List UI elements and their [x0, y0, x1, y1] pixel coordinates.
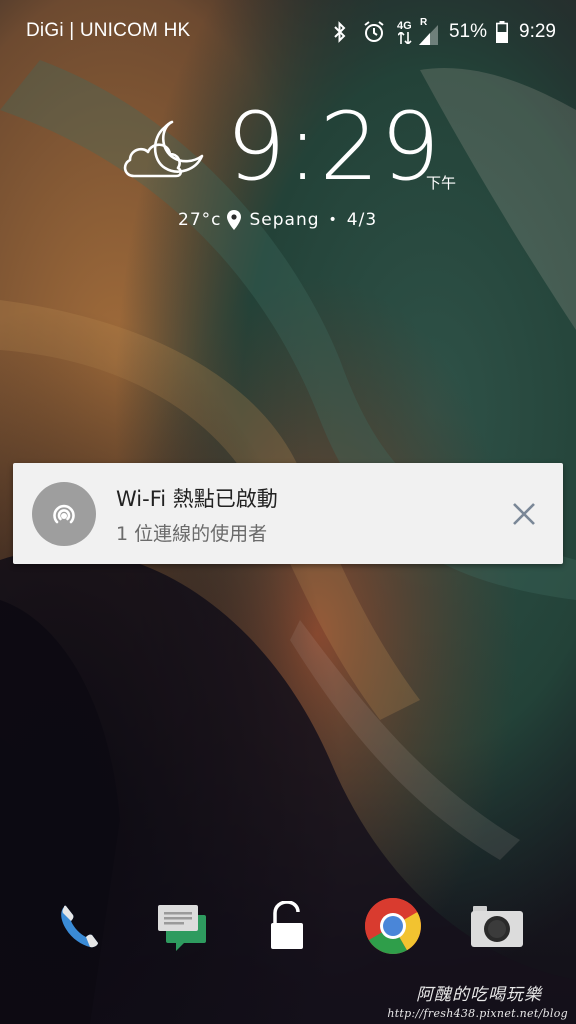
wifi-hotspot-icon	[32, 482, 96, 546]
lockscreen-time: 9:29	[226, 93, 442, 202]
separator-dot: •	[328, 212, 338, 228]
camera-icon[interactable]	[461, 890, 533, 962]
weather-info-line: 27°c Sepang • 4/3	[178, 208, 377, 232]
close-icon[interactable]	[511, 501, 537, 527]
date-label: 4/3	[346, 210, 378, 230]
location-pin-icon	[227, 210, 242, 230]
network-type-label: 4G	[396, 20, 412, 32]
temperature: 27°c	[178, 210, 222, 230]
status-time: 9:29	[519, 21, 556, 42]
watermark-title: 阿醜的吃喝玩樂	[416, 985, 542, 1005]
signal-icon: 4G R	[396, 17, 441, 45]
status-bar: DiGi | UNICOM HK 4G R 51% 9:29	[0, 0, 576, 66]
notification-title: Wi-Fi 熱點已啟動	[116, 487, 278, 511]
messages-icon[interactable]	[146, 890, 218, 962]
unlock-icon[interactable]	[251, 890, 323, 962]
chrome-icon[interactable]	[357, 890, 429, 962]
battery-percent: 51%	[448, 21, 488, 42]
location-name: Sepang	[249, 210, 320, 230]
battery-icon	[495, 21, 509, 43]
lockscreen-dock	[0, 890, 576, 970]
notification-subtitle: 1 位連線的使用者	[116, 523, 268, 545]
alarm-icon	[361, 20, 387, 44]
lockscreen-clock: 9:29 下午 27°c Sepang • 4/3	[0, 100, 576, 240]
status-icons: 4G R 51% 9:29	[329, 17, 556, 46]
hotspot-notification[interactable]: Wi-Fi 熱點已啟動 1 位連線的使用者	[13, 463, 563, 564]
watermark-url: http://fresh438.pixnet.net/blog	[387, 1007, 568, 1020]
ampm-label: 下午	[426, 174, 457, 192]
carrier-name: DiGi | UNICOM HK	[26, 20, 191, 41]
phone-icon[interactable]	[43, 890, 115, 962]
bluetooth-icon	[329, 21, 351, 43]
cloudy-night-icon	[120, 114, 210, 184]
watermark: 阿醜的吃喝玩樂 http://fresh438.pixnet.net/blog	[387, 980, 568, 1020]
